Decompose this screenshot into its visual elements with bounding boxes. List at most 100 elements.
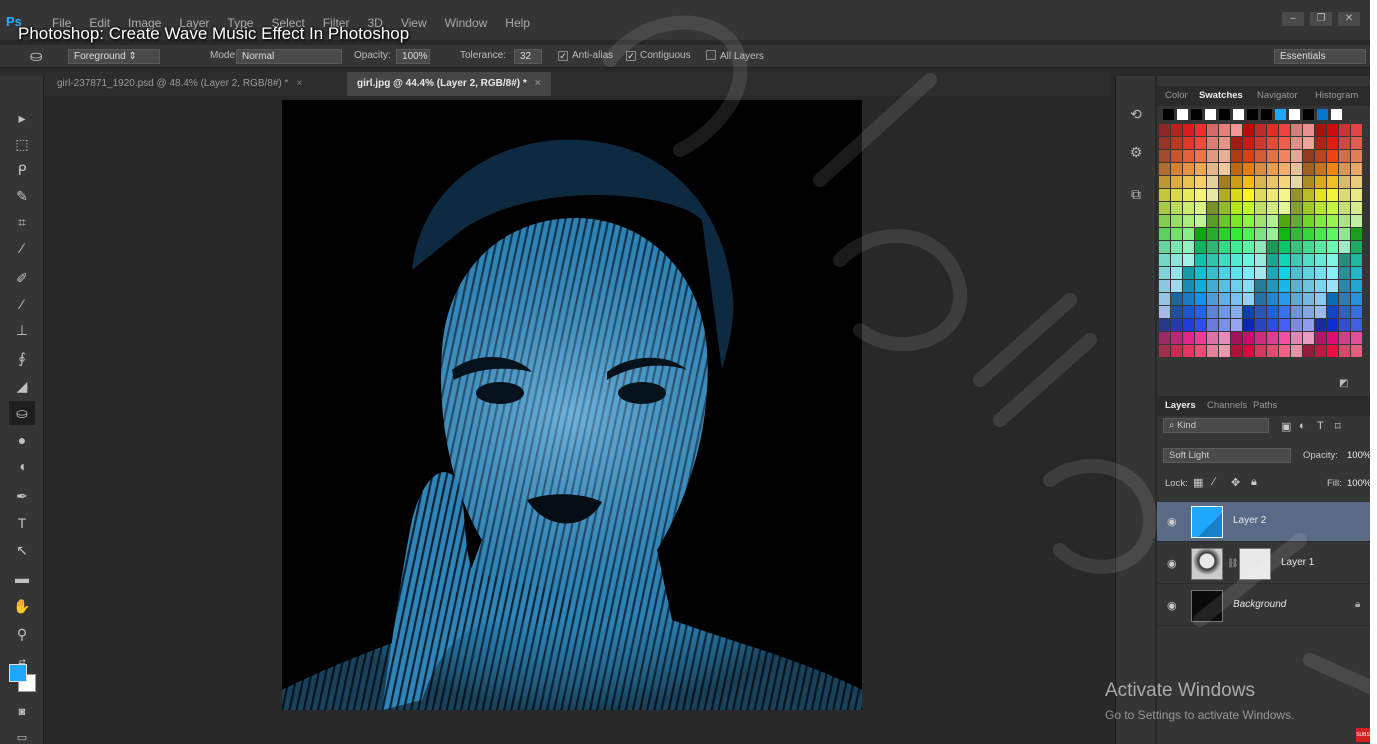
swatch[interactable] [1255,319,1266,331]
recent-swatch[interactable] [1303,109,1314,120]
swatch[interactable] [1243,306,1254,318]
swatch[interactable] [1303,228,1314,240]
swatch[interactable] [1279,189,1290,201]
tab-paths[interactable]: Paths [1253,400,1277,411]
swatch[interactable] [1243,293,1254,305]
swatch[interactable] [1267,345,1278,357]
foreground-color-swatch[interactable] [9,664,27,682]
swatch[interactable] [1159,176,1170,188]
swatch[interactable] [1243,124,1254,136]
document-canvas[interactable] [282,100,862,710]
swatch[interactable] [1303,280,1314,292]
swatch[interactable] [1303,215,1314,227]
swatch[interactable] [1207,189,1218,201]
quick-select-tool-icon[interactable]: ✎ [9,184,35,208]
swatch[interactable] [1315,176,1326,188]
swatch[interactable] [1171,228,1182,240]
swatch[interactable] [1231,124,1242,136]
swatch[interactable] [1183,241,1194,253]
swatch[interactable] [1303,241,1314,253]
swatch[interactable] [1171,293,1182,305]
visibility-eye-icon[interactable]: ◉ [1167,599,1177,612]
swatch[interactable] [1195,293,1206,305]
swatch[interactable] [1315,124,1326,136]
swatch[interactable] [1207,163,1218,175]
swatch[interactable] [1291,306,1302,318]
swatch[interactable] [1351,137,1362,149]
swatch[interactable] [1183,137,1194,149]
swatch[interactable] [1255,176,1266,188]
swatch[interactable] [1351,267,1362,279]
swatch[interactable] [1315,150,1326,162]
swatch[interactable] [1207,319,1218,331]
swatch[interactable] [1195,267,1206,279]
swatch[interactable] [1231,202,1242,214]
swatch[interactable] [1291,163,1302,175]
swatch[interactable] [1279,176,1290,188]
swatch[interactable] [1207,176,1218,188]
swatch[interactable] [1351,228,1362,240]
swatch[interactable] [1219,163,1230,175]
restore-icon[interactable]: ❐ [1310,12,1332,26]
swatch[interactable] [1303,332,1314,344]
swatch[interactable] [1171,267,1182,279]
zoom-tool-icon[interactable]: ⚲ [9,622,35,646]
swatch[interactable] [1303,163,1314,175]
swatch[interactable] [1195,345,1206,357]
swatch[interactable] [1327,332,1338,344]
swatch[interactable] [1267,254,1278,266]
swatch[interactable] [1291,267,1302,279]
swatch[interactable] [1183,215,1194,227]
swatch[interactable] [1159,189,1170,201]
swatch[interactable] [1291,189,1302,201]
swatch[interactable] [1171,345,1182,357]
swatch[interactable] [1195,228,1206,240]
swatch[interactable] [1339,319,1350,331]
swatch[interactable] [1327,124,1338,136]
quick-mask-icon[interactable]: ◙ [9,700,35,724]
crop-tool-icon[interactable]: ⌗ [9,210,35,234]
fill-value[interactable]: 100% [1347,478,1370,489]
swatch[interactable] [1291,124,1302,136]
swatch[interactable] [1315,332,1326,344]
swatch[interactable] [1207,137,1218,149]
swatch[interactable] [1339,163,1350,175]
swatch[interactable] [1231,280,1242,292]
swatch[interactable] [1315,293,1326,305]
swatch[interactable] [1327,319,1338,331]
swatch[interactable] [1255,280,1266,292]
tab-channels[interactable]: Channels [1207,400,1247,411]
brush-tool-icon[interactable]: ∕ [9,292,35,316]
swatch[interactable] [1267,163,1278,175]
swatch[interactable] [1195,163,1206,175]
swatch[interactable] [1267,319,1278,331]
swatch[interactable] [1291,280,1302,292]
swatch[interactable] [1207,202,1218,214]
layer-opacity-value[interactable]: 100% [1347,450,1370,461]
recent-swatch[interactable] [1317,109,1328,120]
swatch[interactable] [1303,267,1314,279]
rectangle-tool-icon[interactable]: ▬ [9,566,35,590]
swatch[interactable] [1207,124,1218,136]
swatch[interactable] [1279,124,1290,136]
swatch[interactable] [1267,332,1278,344]
swatch[interactable] [1351,332,1362,344]
swatch[interactable] [1159,202,1170,214]
blur-tool-icon[interactable]: ● [9,428,35,452]
healing-brush-tool-icon[interactable]: ✐ [9,266,35,290]
swatch[interactable] [1267,137,1278,149]
swatch[interactable] [1231,293,1242,305]
swatch[interactable] [1279,150,1290,162]
swatch[interactable] [1195,306,1206,318]
swatch[interactable] [1291,241,1302,253]
swatch[interactable] [1183,176,1194,188]
swatch[interactable] [1303,150,1314,162]
swatch[interactable] [1315,306,1326,318]
subscribe-badge[interactable]: SUBS [1356,728,1370,742]
swatch[interactable] [1339,228,1350,240]
swatch[interactable] [1219,202,1230,214]
dodge-tool-icon[interactable]: ◖ [9,454,35,478]
swatch[interactable] [1339,202,1350,214]
swatch[interactable] [1171,137,1182,149]
swatch[interactable] [1327,137,1338,149]
